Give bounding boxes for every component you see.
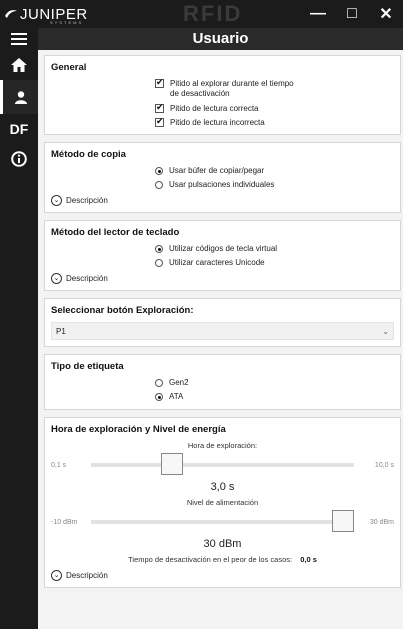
chevron-down-icon[interactable]: ⌄ (51, 570, 62, 581)
option-label: Gen2 (169, 378, 189, 387)
description-label: Descripción (66, 571, 108, 580)
copy-method-title: Método de copia (51, 149, 126, 160)
option-label: Usar pulsaciones individuales (169, 180, 275, 189)
option-label: Pitido de lectura correcta (170, 104, 259, 113)
slider-track[interactable] (91, 453, 354, 475)
worst-case-label: Tiempo de desactivación en el peor de lo… (128, 555, 293, 564)
option-label: Pitido al explorar durante el tiempo de … (170, 79, 294, 98)
scan-power-section: Hora de exploración y Nivel de energía H… (44, 417, 401, 588)
brand-subtitle: SYSTEMS (50, 20, 84, 25)
general-section: General Pitido al explorar durante el ti… (44, 55, 401, 135)
power-slider[interactable]: -10 dBm 30 dBm (51, 510, 394, 533)
radio-mark[interactable] (155, 245, 163, 253)
sidebar: DF (0, 28, 38, 629)
gen2-radio[interactable]: Gen2 (155, 378, 394, 387)
radio-mark[interactable] (155, 379, 163, 387)
option-label: Pitido de lectura incorrecta (170, 118, 265, 127)
worst-case-value: 0,0 s (300, 555, 317, 564)
unicode-chars-radio[interactable]: Utilizar caracteres Unicode (155, 258, 394, 267)
scan-power-title: Hora de exploración y Nivel de energía (51, 424, 226, 435)
select-value: P1 (56, 326, 66, 336)
close-button[interactable]: ✕ (369, 0, 403, 28)
checkbox-mark[interactable] (155, 77, 164, 88)
df-icon[interactable]: DF (0, 114, 38, 144)
scan-time-max: 10,0 s (374, 461, 394, 469)
radio-mark[interactable] (155, 167, 163, 175)
scan-power-description-toggle[interactable]: ⌄ Descripción (51, 570, 394, 581)
scan-button-title: Seleccionar botón Exploración: (51, 305, 194, 316)
scan-time-slider[interactable]: 0,1 s 10,0 s (51, 453, 394, 476)
juniper-logo-icon (5, 10, 17, 18)
general-title: General (51, 62, 87, 73)
radio-mark[interactable] (155, 393, 163, 401)
minimize-button[interactable]: — (301, 0, 335, 28)
page-title: Usuario (38, 28, 403, 50)
slider-track[interactable] (91, 510, 354, 532)
keyboard-method-title: Método del lector de teclado (51, 227, 180, 238)
virtual-keycodes-radio[interactable]: Utilizar códigos de tecla virtual (155, 244, 394, 253)
product-mark: RFID (183, 1, 243, 26)
power-label: Nivel de alimentación (186, 498, 259, 507)
option-label: Utilizar caracteres Unicode (169, 258, 265, 267)
scan-time-min: 0,1 s (51, 461, 67, 469)
use-clipboard-radio[interactable]: Usar búfer de copiar/pegar (155, 166, 394, 175)
tag-type-section: Tipo de etiqueta Gen2 ATA (44, 354, 401, 410)
scan-button-section: Seleccionar botón Exploración: P1 ⌄ (44, 298, 401, 347)
user-icon[interactable] (0, 80, 38, 114)
checkbox-mark[interactable] (155, 102, 164, 113)
beep-good-read-checkbox[interactable]: Pitido de lectura correcta (155, 102, 394, 113)
radio-mark[interactable] (155, 259, 163, 267)
chevron-down-icon[interactable]: ⌄ (51, 273, 62, 284)
ata-radio[interactable]: ATA (155, 392, 394, 401)
scan-time-label: Hora de exploración: (187, 441, 258, 450)
option-label: Utilizar códigos de tecla virtual (169, 244, 278, 253)
scan-time-value: 3,0 s (210, 481, 235, 493)
maximize-button[interactable]: □ (335, 0, 369, 28)
slider-thumb[interactable] (332, 510, 354, 532)
slider-thumb[interactable] (160, 453, 183, 475)
keyboard-method-description-toggle[interactable]: ⌄ Descripción (51, 273, 394, 284)
chevron-down-icon[interactable]: ⌄ (382, 327, 389, 336)
power-value: 30 dBm (203, 538, 242, 550)
beep-scan-timeout-checkbox[interactable]: Pitido al explorar durante el tiempo de … (155, 77, 394, 99)
description-label: Descripción (66, 274, 108, 283)
option-label: ATA (169, 392, 184, 401)
settings-content[interactable]: General Pitido al explorar durante el ti… (38, 50, 403, 629)
copy-method-section: Método de copia Usar búfer de copiar/peg… (44, 142, 401, 213)
checkbox-mark[interactable] (155, 116, 164, 127)
power-max: 30 dBm (369, 518, 394, 526)
power-min: -10 dBm (51, 518, 78, 526)
copy-method-description-toggle[interactable]: ⌄ Descripción (51, 195, 394, 206)
tag-type-title: Tipo de etiqueta (51, 361, 124, 372)
description-label: Descripción (66, 196, 108, 205)
title-bar: JUNIPER SYSTEMS RFID — □ ✕ (0, 0, 403, 28)
radio-mark[interactable] (155, 181, 163, 189)
scan-button-select[interactable]: P1 ⌄ (51, 322, 394, 340)
use-keystrokes-radio[interactable]: Usar pulsaciones individuales (155, 180, 394, 189)
menu-icon[interactable] (0, 28, 38, 50)
chevron-down-icon[interactable]: ⌄ (51, 195, 62, 206)
keyboard-method-section: Método del lector de teclado Utilizar có… (44, 220, 401, 291)
info-icon[interactable] (0, 144, 38, 174)
option-label: Usar búfer de copiar/pegar (169, 166, 265, 175)
home-icon[interactable] (0, 50, 38, 80)
beep-bad-read-checkbox[interactable]: Pitido de lectura incorrecta (155, 116, 394, 127)
worst-case-timeout: Tiempo de desactivación en el peor de lo… (51, 555, 394, 564)
